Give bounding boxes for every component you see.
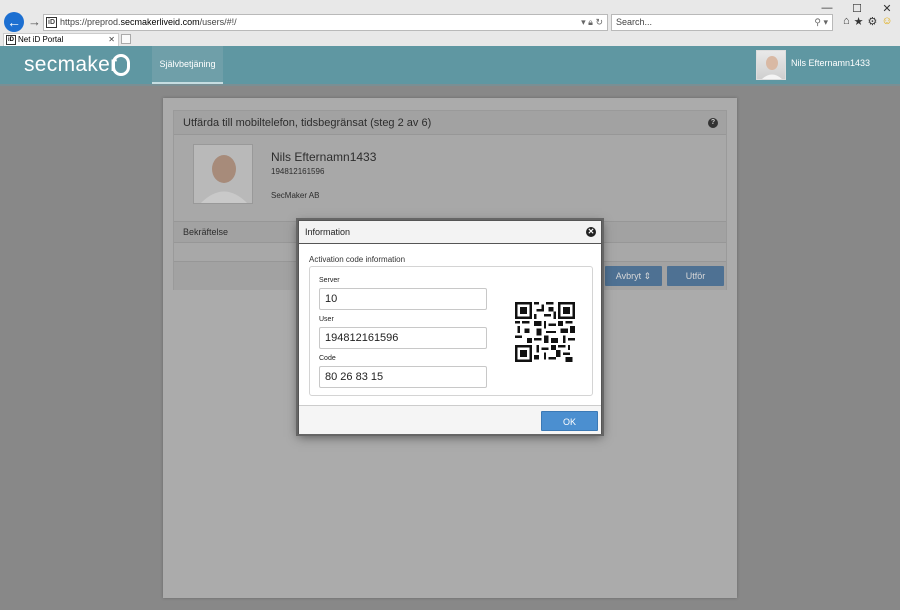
information-dialog: Information ✕ Activation code informatio… [298,220,602,434]
code-label: Code [319,355,336,362]
new-tab-button[interactable] [121,34,131,44]
url-subdomain: preprod. [87,17,121,27]
feedback-smiley-icon[interactable]: ☺ [881,15,892,28]
card-title: Utfärda till mobiltelefon, tidsbegränsat… [174,111,726,135]
search-icon[interactable]: ⚲ ▾ [814,15,828,30]
refresh-icon[interactable]: ↻ [595,17,603,27]
browser-tab[interactable]: iD Net iD Portal ✕ [3,33,119,46]
header-divider [0,84,900,86]
execute-button[interactable]: Utför [667,266,724,286]
tab-close-icon[interactable]: ✕ [108,34,115,46]
tab-title: Net iD Portal [18,35,64,44]
back-arrow-icon[interactable]: ← [4,12,24,32]
header-avatar[interactable] [756,50,786,80]
browser-toolbar: ⌂ ★ ⚙ ☺ [843,15,893,28]
forward-arrow-icon[interactable]: → [28,14,41,29]
site-favicon-icon: iD [46,17,57,28]
search-placeholder: Search... [616,17,653,27]
logo: secmaker [24,53,118,76]
close-icon[interactable]: ✕ [586,227,596,237]
lock-icon[interactable]: 🔒︎ [588,17,593,27]
qr-code-icon [515,302,575,362]
home-icon[interactable]: ⌂ [843,15,850,28]
dialog-footer: OK [299,405,601,434]
logo-mark-icon [112,54,130,76]
user-field[interactable]: 194812161596 [319,327,487,349]
activation-fieldset: Server 10 User 194812161596 Code 80 26 8… [309,266,593,396]
user-label: User [319,316,334,323]
user-id: 194812161596 [271,167,325,176]
url-prefix: https:// [60,17,88,27]
maximize-icon[interactable]: ☐ [850,2,864,15]
browser-chrome: — ☐ ✕ ← → iD https://preprod.secmakerliv… [0,0,900,46]
avatar-person-icon [762,56,782,79]
dialog-header: Information ✕ [299,221,601,244]
url-host: secmakerliveid.com [120,17,200,27]
app-header: secmaker Självbetjäning Nils Efternamn14… [0,46,900,84]
user-organization: SecMaker AB [271,191,320,200]
address-bar-icons: ▾ 🔒︎ ↻ [581,15,603,30]
card-title-text: Utfärda till mobiltelefon, tidsbegränsat… [183,117,432,129]
server-field[interactable]: 10 [319,288,487,310]
server-label: Server [319,277,340,284]
code-field[interactable]: 80 26 83 15 [319,366,487,388]
cancel-button[interactable]: Avbryt ⇕ [605,266,662,286]
tab-favicon-icon: iD [6,35,16,45]
help-icon[interactable]: ? [708,118,718,128]
header-user-name[interactable]: Nils Efternamn1433 [791,58,870,68]
search-box[interactable]: Search... ⚲ ▾ [611,14,833,31]
user-photo-person-icon [194,145,252,203]
address-bar[interactable]: iD https://preprod.secmakerliveid.com/us… [43,14,608,31]
dialog-title: Information [305,227,351,237]
settings-gear-icon[interactable]: ⚙ [868,15,878,28]
ok-button[interactable]: OK [541,411,598,431]
section-title: Activation code information [309,255,406,264]
nav-tab-self-service[interactable]: Självbetjäning [152,46,223,84]
close-window-icon[interactable]: ✕ [880,2,894,15]
user-photo [193,144,253,204]
dropdown-icon[interactable]: ▾ [581,17,586,27]
url-path: /users/#!/ [199,17,237,27]
favorites-star-icon[interactable]: ★ [854,15,864,28]
user-name: Nils Efternamn1433 [271,150,377,164]
